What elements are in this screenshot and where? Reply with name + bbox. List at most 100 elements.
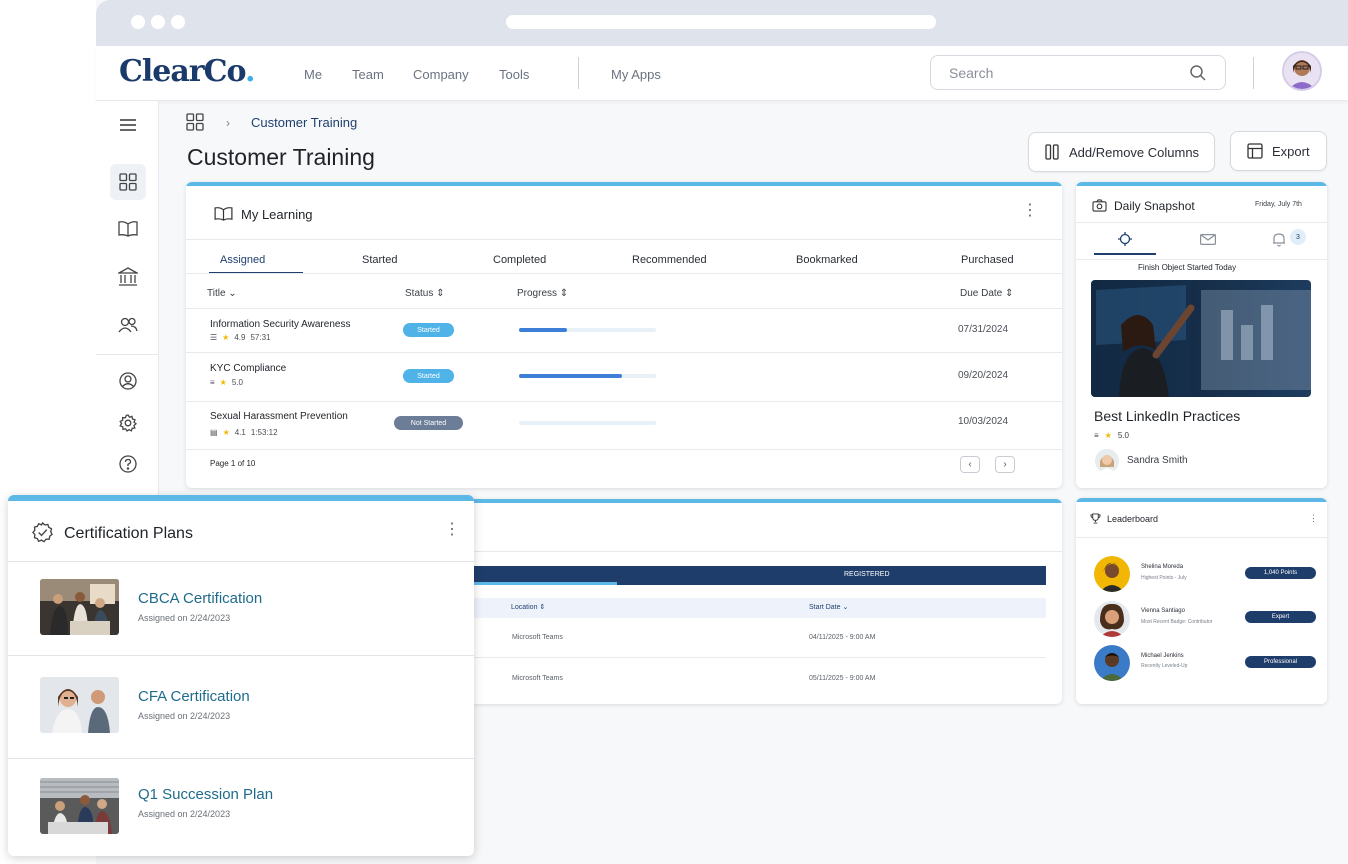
event-start: 04/11/2025 - 9:00 AM (809, 634, 876, 641)
app-logo[interactable]: ClearCo. (119, 54, 255, 89)
top-navigation: ClearCo. Me Team Company Tools My Apps S… (96, 46, 1348, 101)
column-header-location[interactable]: Location ⇕ (511, 603, 545, 611)
menu-icon[interactable] (110, 107, 146, 143)
leaderboard-card: Leaderboard ⋮ Shelina Moreda Highest Poi… (1076, 498, 1327, 704)
nav-divider (1253, 57, 1254, 89)
list-item[interactable]: Q1 Succession Plan Assigned on 2/24/2023 (8, 758, 474, 856)
table-icon (1247, 143, 1263, 159)
column-header-due-date[interactable]: Due Date ⇕ (960, 288, 1013, 299)
tab-assigned[interactable]: Assigned (220, 254, 265, 266)
certification-title[interactable]: CFA Certification (138, 688, 250, 705)
star-icon: ★ (222, 428, 230, 437)
url-bar[interactable] (506, 15, 936, 29)
pagination-label: Page 1 of 10 (210, 459, 256, 468)
snapshot-date: Friday, July 7th (1255, 201, 1302, 208)
leader-detail: Most Recent Badge: Contributor (1141, 619, 1213, 625)
camera-icon (1092, 199, 1107, 212)
export-button[interactable]: Export (1230, 131, 1327, 171)
course-meta: ☰ ★ 4.9 57:31 (210, 333, 271, 342)
column-header-status[interactable]: Status ⇕ (405, 288, 445, 299)
verified-badge-icon (32, 522, 53, 543)
bell-icon[interactable] (1272, 232, 1286, 247)
list-item[interactable]: CFA Certification Assigned on 2/24/2023 (8, 655, 474, 759)
next-page-button[interactable]: › (995, 456, 1015, 473)
snapshot-title: Daily Snapshot (1114, 199, 1195, 213)
breadcrumb-current[interactable]: Customer Training (251, 115, 357, 130)
divider (1076, 537, 1327, 538)
tab-started[interactable]: Started (362, 254, 397, 266)
course-meta: ≡ ★ 5.0 (210, 378, 243, 387)
leader-name: Vienna Santiago (1141, 608, 1185, 614)
certification-title[interactable]: CBCA Certification (138, 590, 262, 607)
target-icon[interactable] (1118, 232, 1132, 246)
tab-completed[interactable]: Completed (493, 254, 546, 266)
more-options-icon[interactable]: ⋮ (1022, 203, 1038, 219)
search-placeholder: Search (949, 65, 994, 81)
search-input[interactable]: Search (930, 55, 1226, 90)
my-learning-card: My Learning ⋮ Assigned Started Completed… (186, 182, 1062, 488)
dashboard-icon[interactable] (110, 164, 146, 200)
nav-link-company[interactable]: Company (413, 67, 469, 82)
certification-thumbnail[interactable] (40, 778, 119, 834)
divider (1076, 259, 1327, 260)
course-title[interactable]: Sexual Harassment Prevention (210, 411, 348, 422)
search-icon[interactable] (1189, 64, 1207, 82)
certification-assigned-date: Assigned on 2/24/2023 (138, 809, 231, 819)
avatar (1094, 556, 1130, 592)
course-image[interactable] (1091, 280, 1311, 397)
divider (186, 308, 1062, 309)
more-options-icon[interactable]: ⋮ (1309, 514, 1318, 523)
certification-thumbnail[interactable] (40, 677, 119, 733)
star-icon: ★ (1104, 431, 1112, 440)
mail-icon[interactable] (1200, 234, 1216, 245)
previous-page-button[interactable]: ‹ (960, 456, 980, 473)
column-header-title[interactable]: Title ⌄ (207, 288, 237, 299)
certification-thumbnail[interactable] (40, 579, 119, 635)
column-header-progress[interactable]: Progress ⇕ (517, 288, 568, 299)
level-badge: Expert (1245, 611, 1316, 623)
tab-registered[interactable]: REGISTERED (844, 571, 890, 578)
nav-link-me[interactable]: Me (304, 67, 322, 82)
status-badge: Started (403, 369, 454, 383)
profile-icon[interactable] (110, 363, 146, 399)
star-icon: ★ (219, 378, 227, 387)
nav-link-tools[interactable]: Tools (499, 67, 529, 82)
tab-purchased[interactable]: Purchased (961, 254, 1014, 266)
certification-plans-card: Certification Plans ⋮ CBCA Certification… (8, 495, 474, 856)
certification-plans-title: Certification Plans (64, 525, 193, 542)
leader-name: Shelina Moreda (1141, 564, 1184, 570)
nav-link-team[interactable]: Team (352, 67, 384, 82)
divider (186, 449, 1062, 450)
breadcrumb-chevron-icon: › (226, 116, 230, 130)
author-avatar (1095, 449, 1119, 473)
help-icon[interactable] (110, 446, 146, 482)
course-title[interactable]: Information Security Awareness (210, 319, 350, 330)
star-icon: ★ (222, 333, 230, 342)
gear-icon[interactable] (110, 405, 146, 441)
list-icon: ☰ (210, 333, 218, 342)
course-title[interactable]: KYC Compliance (210, 363, 286, 374)
columns-icon (1045, 144, 1059, 160)
user-avatar[interactable] (1282, 51, 1322, 91)
avatar (1094, 601, 1130, 637)
active-tab-indicator (1094, 253, 1156, 255)
active-tab-indicator (472, 582, 617, 585)
column-header-start-date[interactable]: Start Date ⌄ (809, 603, 848, 611)
add-remove-columns-button[interactable]: Add/Remove Columns (1028, 132, 1215, 172)
institution-icon[interactable] (110, 259, 146, 295)
book-icon[interactable] (110, 211, 146, 247)
divider (1076, 222, 1327, 223)
document-icon: ▤ (210, 428, 218, 437)
course-title[interactable]: Best LinkedIn Practices (1094, 408, 1240, 424)
more-options-icon[interactable]: ⋮ (444, 522, 460, 538)
tab-recommended[interactable]: Recommended (632, 254, 707, 266)
event-start: 05/11/2025 - 9:00 AM (809, 675, 876, 682)
certification-assigned-date: Assigned on 2/24/2023 (138, 613, 231, 623)
nav-link-my-apps[interactable]: My Apps (611, 67, 661, 82)
tab-bookmarked[interactable]: Bookmarked (796, 254, 858, 266)
divider (186, 273, 1062, 274)
people-icon[interactable] (110, 307, 146, 343)
list-item[interactable]: CBCA Certification Assigned on 2/24/2023 (8, 561, 474, 656)
certification-title[interactable]: Q1 Succession Plan (138, 786, 273, 803)
breadcrumb-home-icon[interactable] (186, 113, 204, 131)
